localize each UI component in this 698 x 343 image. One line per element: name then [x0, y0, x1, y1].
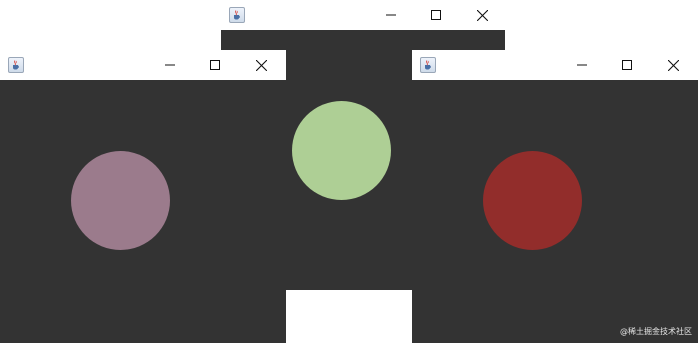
minimize-button[interactable] — [368, 0, 414, 30]
minimize-icon — [577, 64, 587, 66]
maximize-button[interactable] — [604, 50, 650, 80]
canvas — [0, 80, 286, 343]
close-icon — [476, 9, 488, 21]
title-bar[interactable] — [0, 50, 286, 80]
circle — [292, 101, 391, 200]
close-icon — [667, 59, 679, 71]
watermark: @稀土掘金技术社区 — [620, 327, 692, 336]
window-purple[interactable] — [0, 50, 286, 343]
minimize-icon — [165, 64, 175, 66]
maximize-icon — [210, 60, 220, 70]
minimize-icon — [386, 14, 396, 16]
title-bar[interactable] — [221, 0, 505, 30]
java-cup-icon[interactable] — [420, 57, 436, 73]
maximize-button[interactable] — [413, 0, 459, 30]
maximize-icon — [622, 60, 632, 70]
close-button[interactable] — [238, 50, 284, 80]
circle — [71, 151, 170, 250]
title-bar[interactable] — [412, 50, 698, 80]
java-cup-icon[interactable] — [229, 7, 245, 23]
close-icon — [255, 59, 267, 71]
canvas — [412, 80, 698, 343]
maximize-button[interactable] — [192, 50, 238, 80]
circle — [483, 151, 582, 250]
minimize-button[interactable] — [147, 50, 193, 80]
minimize-button[interactable] — [559, 50, 605, 80]
close-button[interactable] — [650, 50, 696, 80]
java-cup-icon[interactable] — [8, 57, 24, 73]
window-red[interactable] — [412, 50, 698, 343]
close-button[interactable] — [459, 0, 505, 30]
maximize-icon — [431, 10, 441, 20]
